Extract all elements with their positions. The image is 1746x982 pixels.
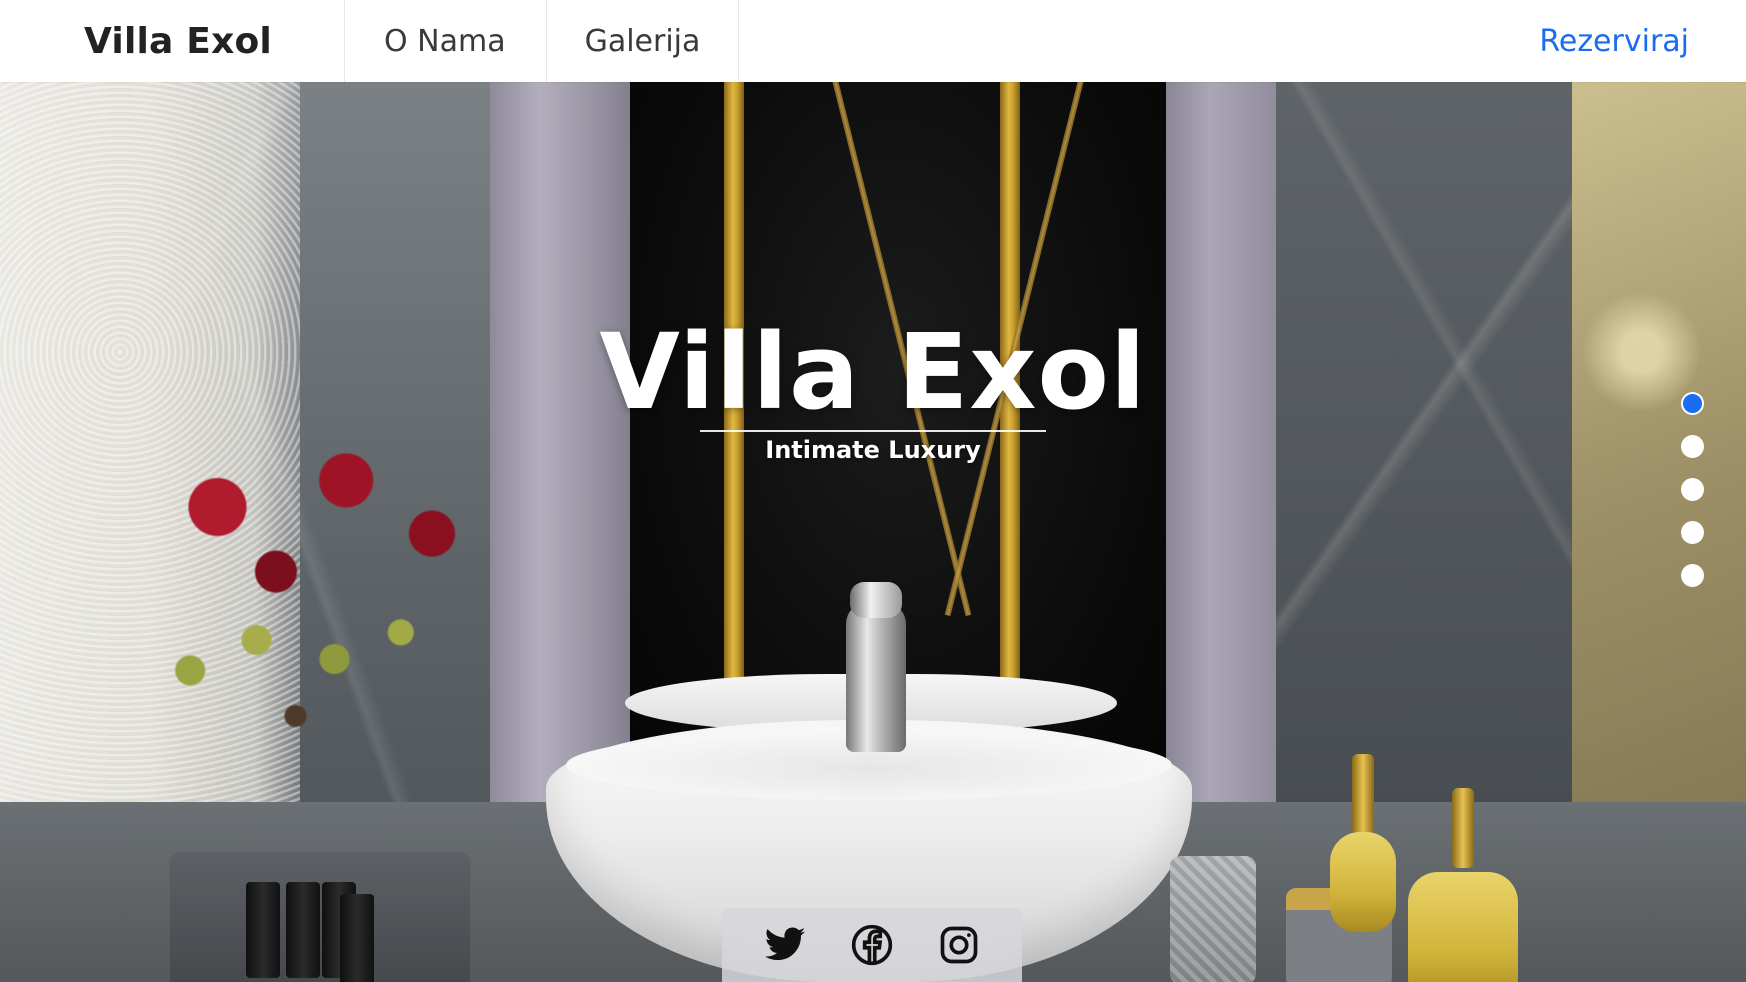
toiletry-bottle: [286, 882, 320, 978]
hero-subtitle: Intimate Luxury: [765, 436, 981, 464]
toiletry-bottle: [246, 882, 280, 978]
slider-dot-3[interactable]: [1681, 478, 1704, 501]
soap-pump: [1352, 754, 1374, 834]
nav-link-o-nama[interactable]: O Nama: [345, 0, 547, 82]
social-links-bar: [722, 908, 1022, 982]
slider-dot-1[interactable]: [1681, 392, 1704, 415]
soap-dispenser: [1330, 832, 1396, 932]
brand-logo[interactable]: Villa Exol: [0, 0, 345, 82]
toiletry-bottle: [340, 894, 374, 982]
facebook-icon[interactable]: [848, 921, 896, 969]
twitter-icon[interactable]: [761, 921, 809, 969]
hero-background-image: [0, 82, 1746, 982]
toiletries-tray: [170, 852, 470, 982]
hero-title: Villa Exol: [599, 311, 1147, 433]
flower-vase: [120, 412, 510, 792]
slider-dot-5[interactable]: [1681, 564, 1704, 587]
soap-pump: [1452, 788, 1474, 868]
slider-dot-4[interactable]: [1681, 521, 1704, 544]
reserve-link[interactable]: Rezerviraj: [1539, 0, 1746, 82]
faucet-handle: [850, 582, 902, 618]
glass-jar: [1170, 856, 1256, 982]
nav-link-galerija[interactable]: Galerija: [547, 0, 740, 82]
top-navbar: Villa Exol O Nama Galerija Rezerviraj: [0, 0, 1746, 82]
hero-section: Villa Exol Intimate Luxury: [0, 82, 1746, 982]
faucet: [846, 602, 906, 752]
hero-divider: [700, 430, 1046, 432]
slider-dots: [1681, 392, 1705, 587]
slider-dot-2[interactable]: [1681, 435, 1704, 458]
soap-dispenser: [1408, 872, 1518, 982]
instagram-icon[interactable]: [935, 921, 983, 969]
